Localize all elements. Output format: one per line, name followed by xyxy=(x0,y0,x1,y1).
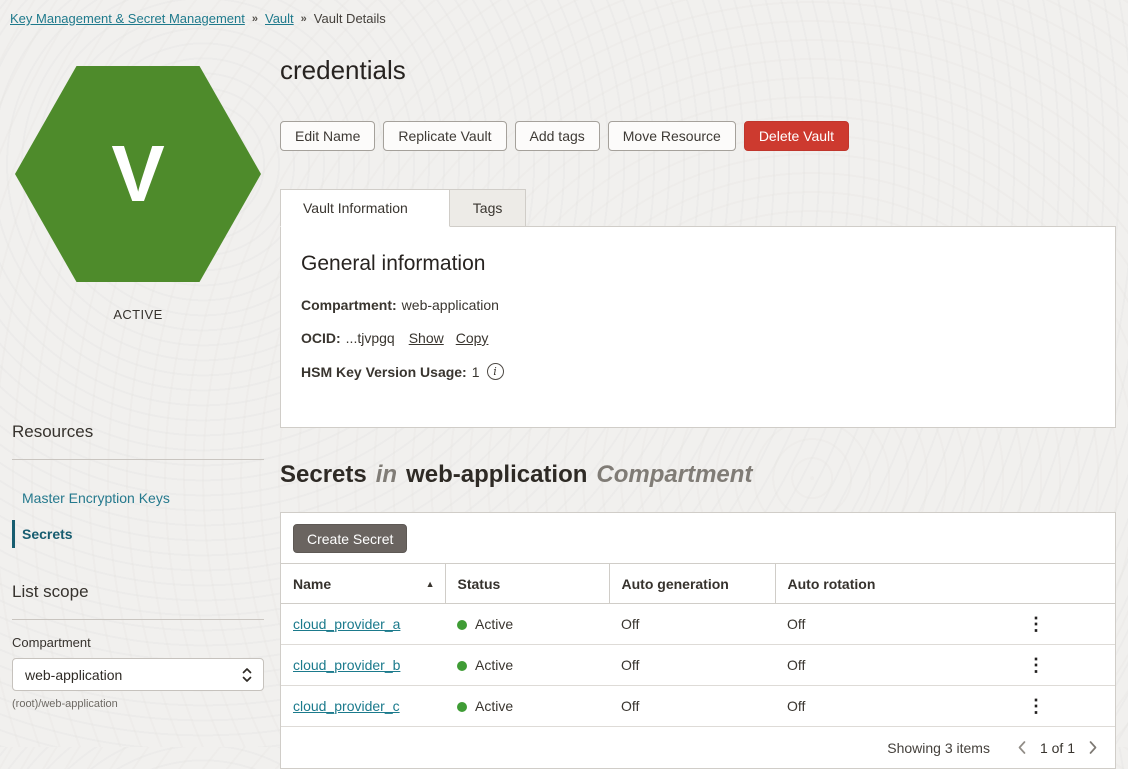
auto-rotation-value: Off xyxy=(775,645,945,686)
tab-vault-information[interactable]: Vault Information xyxy=(280,189,450,227)
column-header-actions xyxy=(945,564,1115,604)
vault-status-label: ACTIVE xyxy=(12,307,264,322)
action-buttons: Edit Name Replicate Vault Add tags Move … xyxy=(280,121,1116,151)
compartment-path: (root)/web-application xyxy=(12,698,264,710)
auto-rotation-value: Off xyxy=(775,604,945,645)
column-header-auto-rotation[interactable]: Auto rotation xyxy=(775,564,945,604)
breadcrumb-separator-icon: » xyxy=(301,13,307,25)
ocid-field: OCID: ...tjvpgq Show Copy xyxy=(301,330,1095,346)
sort-ascending-icon: ▲ xyxy=(426,579,435,589)
table-row: cloud_provider_a Active Off Off ⋮ xyxy=(281,604,1115,645)
secrets-table-panel: Create Secret Name ▲ Status xyxy=(280,512,1116,769)
status-text: Active xyxy=(475,657,513,673)
compartment-select-value: web-application xyxy=(25,667,122,683)
secrets-toolbar: Create Secret xyxy=(281,513,1115,563)
vault-icon-letter: V xyxy=(111,134,164,214)
ocid-field-value: ...tjvpgq xyxy=(346,330,395,346)
move-resource-button[interactable]: Move Resource xyxy=(608,121,736,151)
delete-vault-button[interactable]: Delete Vault xyxy=(744,121,849,151)
column-header-name[interactable]: Name ▲ xyxy=(281,564,445,604)
secrets-section-heading: Secrets in web-application Compartment xyxy=(280,461,1116,489)
hsm-field-label: HSM Key Version Usage: xyxy=(301,364,467,380)
status-text: Active xyxy=(475,698,513,714)
secrets-table: Name ▲ Status Auto generation Auto rotat… xyxy=(281,563,1115,727)
secrets-word: Secrets xyxy=(280,461,367,488)
info-icon[interactable]: i xyxy=(487,363,504,380)
status-active-icon xyxy=(457,661,467,671)
auto-generation-value: Off xyxy=(609,604,775,645)
column-header-status[interactable]: Status xyxy=(445,564,609,604)
sidebar: V ACTIVE Resources Master Encryption Key… xyxy=(0,26,278,769)
compartment-select[interactable]: web-application xyxy=(12,658,264,691)
ocid-show-link[interactable]: Show xyxy=(409,330,444,346)
page-indicator: 1 of 1 xyxy=(1040,740,1075,756)
sidebar-item-secrets[interactable]: Secrets xyxy=(12,518,264,550)
list-scope-section: List scope Compartment web-application (… xyxy=(12,582,264,710)
sidebar-item-label[interactable]: Secrets xyxy=(22,526,73,542)
list-scope-heading: List scope xyxy=(12,582,264,602)
table-footer: Showing 3 items 1 of 1 xyxy=(281,727,1115,768)
main-content: credentials Edit Name Replicate Vault Ad… xyxy=(280,26,1116,769)
status-active-icon xyxy=(457,702,467,712)
auto-rotation-value: Off xyxy=(775,686,945,727)
breadcrumb-current: Vault Details xyxy=(314,11,386,26)
compartment-label: Compartment xyxy=(12,635,264,650)
resources-nav: Master Encryption Keys Secrets xyxy=(12,482,264,550)
resources-section: Resources Master Encryption Keys Secrets xyxy=(12,422,264,550)
showing-items-text: Showing 3 items xyxy=(887,740,990,756)
ocid-field-label: OCID: xyxy=(301,330,341,346)
table-row: cloud_provider_c Active Off Off ⋮ xyxy=(281,686,1115,727)
ocid-copy-link[interactable]: Copy xyxy=(456,330,489,346)
previous-page-chevron-icon[interactable] xyxy=(1014,738,1030,757)
select-updown-chevron-icon xyxy=(241,666,253,684)
secret-name-link[interactable]: cloud_provider_b xyxy=(293,657,400,673)
resources-heading: Resources xyxy=(12,422,264,442)
create-secret-button[interactable]: Create Secret xyxy=(293,524,407,553)
breadcrumb: Key Management & Secret Management » Vau… xyxy=(0,0,1128,26)
compartment-word: Compartment xyxy=(596,461,752,488)
page-layout: V ACTIVE Resources Master Encryption Key… xyxy=(0,26,1128,769)
status-text: Active xyxy=(475,616,513,632)
in-word: in xyxy=(376,461,397,488)
vault-hexagon-icon: V xyxy=(15,66,261,282)
row-actions-kebab-icon[interactable]: ⋮ xyxy=(1017,652,1055,678)
sidebar-item-label[interactable]: Master Encryption Keys xyxy=(22,490,170,506)
detail-tabs: Vault Information Tags xyxy=(280,189,1116,226)
add-tags-button[interactable]: Add tags xyxy=(515,121,600,151)
secret-name-link[interactable]: cloud_provider_c xyxy=(293,698,400,714)
tab-tags[interactable]: Tags xyxy=(450,189,527,227)
table-header-row: Name ▲ Status Auto generation Auto rotat… xyxy=(281,564,1115,604)
status-active-icon xyxy=(457,620,467,630)
column-header-auto-generation[interactable]: Auto generation xyxy=(609,564,775,604)
vault-badge: V ACTIVE xyxy=(12,66,264,322)
divider xyxy=(12,459,264,460)
compartment-field: Compartment: web-application xyxy=(301,297,1095,313)
secret-name-link[interactable]: cloud_provider_a xyxy=(293,616,400,632)
compartment-field-label: Compartment: xyxy=(301,297,397,313)
hsm-key-version-field: HSM Key Version Usage: 1 i xyxy=(301,363,1095,380)
sidebar-item-master-encryption-keys[interactable]: Master Encryption Keys xyxy=(12,482,264,514)
next-page-chevron-icon[interactable] xyxy=(1085,738,1101,757)
breadcrumb-link-key-management[interactable]: Key Management & Secret Management xyxy=(10,11,245,26)
divider xyxy=(12,619,264,620)
row-actions-kebab-icon[interactable]: ⋮ xyxy=(1017,611,1055,637)
page-title: credentials xyxy=(280,55,1116,86)
compartment-field-value: web-application xyxy=(402,297,499,313)
general-information-heading: General information xyxy=(301,252,1095,276)
secrets-compartment-name: web-application xyxy=(406,461,587,488)
edit-name-button[interactable]: Edit Name xyxy=(280,121,375,151)
column-header-label: Name xyxy=(293,576,331,592)
auto-generation-value: Off xyxy=(609,645,775,686)
hsm-field-value: 1 xyxy=(472,364,480,380)
vault-information-panel: General information Compartment: web-app… xyxy=(280,226,1116,428)
breadcrumb-link-vault[interactable]: Vault xyxy=(265,11,294,26)
replicate-vault-button[interactable]: Replicate Vault xyxy=(383,121,506,151)
table-row: cloud_provider_b Active Off Off ⋮ xyxy=(281,645,1115,686)
breadcrumb-separator-icon: » xyxy=(252,13,258,25)
row-actions-kebab-icon[interactable]: ⋮ xyxy=(1017,693,1055,719)
auto-generation-value: Off xyxy=(609,686,775,727)
